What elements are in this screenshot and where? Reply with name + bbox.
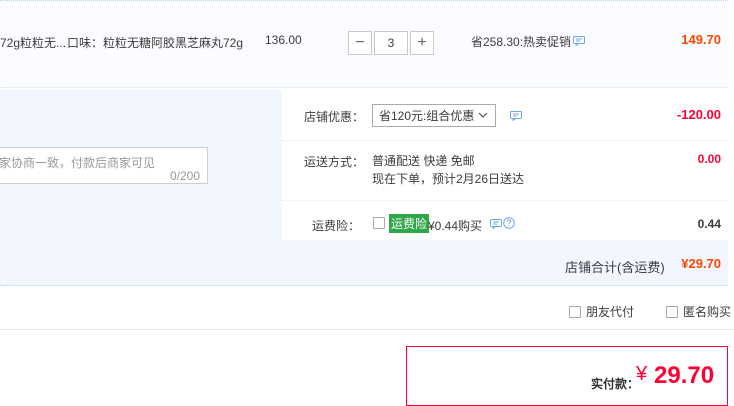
discount-selected: 省120元:组合优惠 — [379, 109, 475, 123]
promo-chat-icon[interactable] — [573, 35, 585, 49]
unit-price: 136.00 — [265, 33, 302, 47]
shipping-label: 运送方式： — [304, 155, 365, 169]
shipping-eta: 现在下单，预计2月26日送达 — [372, 172, 525, 186]
shipping-method: 普通配送 快递 免邮 — [372, 154, 475, 168]
checkbox — [373, 217, 385, 229]
discount-select[interactable]: 省120元:组合优惠 — [372, 104, 496, 127]
discount-chat-icon[interactable] — [510, 110, 522, 124]
anonymous-option[interactable]: 匿名购买 — [666, 303, 731, 320]
increase-button[interactable]: + — [410, 31, 434, 55]
divider — [282, 140, 728, 141]
divider — [282, 200, 728, 201]
insurance-help-icon[interactable] — [503, 217, 515, 232]
insurance-amount: 0.44 — [697, 217, 721, 231]
item-subtotal: 149.70 — [681, 32, 721, 47]
payment-currency: ¥ — [636, 363, 648, 385]
insurance-chat-icon[interactable] — [490, 218, 502, 232]
payment-label: 实付款： — [591, 377, 640, 391]
minus-icon: − — [355, 34, 365, 51]
memo-counter: 0/200 — [169, 169, 200, 183]
insurance-tag: 运费险 — [389, 214, 430, 233]
discount-label: 店铺优惠： — [304, 110, 365, 124]
chat-icon — [573, 36, 585, 46]
quantity-stepper: − + — [348, 31, 434, 55]
product-name[interactable]: 72g粒粒无... — [0, 34, 66, 51]
promo-text: 省258.30:热卖促销 — [471, 35, 572, 49]
help-icon — [503, 217, 515, 229]
shop-order-section: 家协商一致，付款后商家可见 0/200 店铺优惠： 省120元:组合优惠 -12… — [0, 90, 728, 286]
insurance-label: 运费险： — [312, 219, 361, 233]
shipping-amount: 0.00 — [697, 152, 721, 166]
friend-pay-label: 朋友代付 — [586, 305, 635, 319]
product-spec: 口味：粒粒无糖阿胶黑芝麻丸72g — [67, 36, 244, 50]
divider — [0, 329, 734, 330]
friend-pay-option[interactable]: 朋友代付 — [569, 303, 634, 320]
payment-amount: 29.70 — [654, 362, 715, 389]
checkbox — [666, 305, 678, 318]
chat-icon — [490, 219, 502, 229]
anonymous-label: 匿名购买 — [683, 305, 732, 319]
insurance-checkbox[interactable] — [373, 217, 385, 232]
payment-summary: 实付款： ¥ 29.70 — [406, 346, 728, 406]
memo-placeholder: 家协商一致，付款后商家可见 — [0, 156, 156, 170]
shop-total-label: 店铺合计(含运费) — [565, 260, 665, 275]
quantity-input[interactable] — [374, 31, 408, 55]
checkbox — [569, 305, 581, 318]
plus-icon: + — [417, 34, 427, 51]
insurance-price: ¥0.44购买 — [428, 219, 483, 233]
discount-amount: -120.00 — [676, 107, 721, 122]
chat-icon — [510, 111, 522, 121]
decrease-button[interactable]: − — [348, 31, 372, 55]
shop-options-panel: 店铺优惠： 省120元:组合优惠 -120.00 运送方式： 普通配送 快递 免… — [282, 90, 728, 240]
buyer-memo-field[interactable]: 家协商一致，付款后商家可见 0/200 — [0, 147, 208, 184]
chevron-down-icon — [478, 112, 488, 118]
product-row: 72g粒粒无... 口味：粒粒无糖阿胶黑芝麻丸72g 136.00 − + 省2… — [0, 0, 728, 88]
shop-total-amount: ¥29.70 — [681, 256, 721, 271]
